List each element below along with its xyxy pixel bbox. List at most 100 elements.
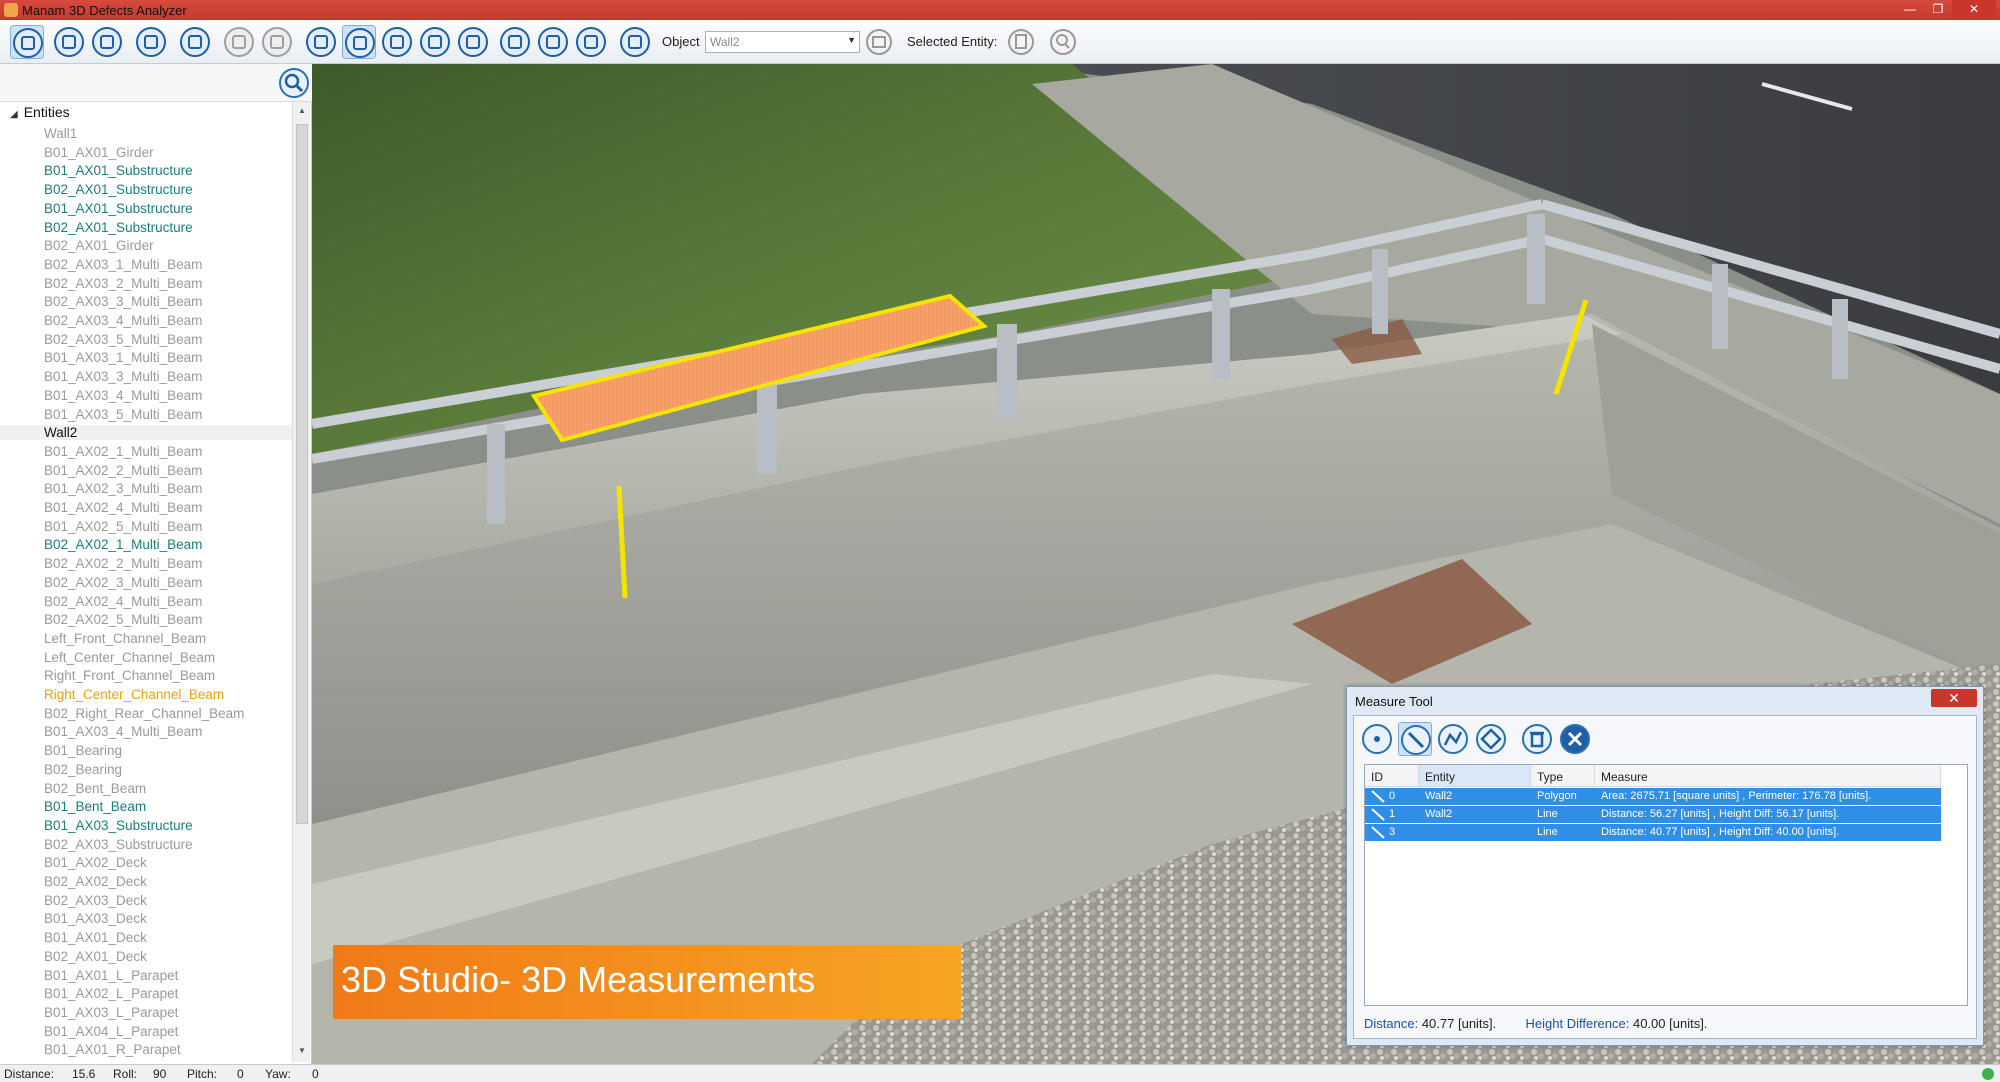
- view-z-button[interactable]: [456, 25, 490, 59]
- tree-item[interactable]: B02_AX03_2_Multi_Beam: [44, 276, 202, 291]
- clear-measures-button[interactable]: [1558, 722, 1592, 756]
- tree-item[interactable]: Right_Front_Channel_Beam: [44, 668, 215, 683]
- measure-line-button[interactable]: [1398, 722, 1432, 756]
- look-button[interactable]: [498, 25, 532, 59]
- select-button[interactable]: [222, 25, 256, 59]
- tree-item[interactable]: B01_Bent_Beam: [44, 799, 146, 814]
- col-header-type[interactable]: Type: [1531, 765, 1595, 787]
- row-measure: Area: 2675.71 [square units] , Perimeter…: [1601, 790, 1872, 802]
- view-x-button[interactable]: [380, 25, 414, 59]
- tree-item[interactable]: B01_AX01_Deck: [44, 930, 147, 945]
- tree-item[interactable]: B01_AX02_Deck: [44, 855, 147, 870]
- tree-item[interactable]: B01_AX02_4_Multi_Beam: [44, 500, 202, 515]
- tree-item[interactable]: B01_AX03_4_Multi_Beam: [44, 388, 202, 403]
- layers-button[interactable]: [178, 25, 212, 59]
- object-action-button[interactable]: [862, 25, 896, 59]
- tree-item[interactable]: B02_AX03_4_Multi_Beam: [44, 313, 202, 328]
- tree-item[interactable]: B02_AX02_4_Multi_Beam: [44, 594, 202, 609]
- tree-item[interactable]: B01_AX03_1_Multi_Beam: [44, 350, 202, 365]
- scroll-thumb[interactable]: [296, 124, 308, 824]
- tree-item[interactable]: B01_AX01_Substructure: [44, 201, 193, 216]
- tree-item[interactable]: B02_AX02_5_Multi_Beam: [44, 612, 202, 627]
- title-bar: Manam 3D Defects Analyzer — ❐ ✕: [0, 0, 2000, 20]
- maximize-button[interactable]: ❐: [1924, 0, 1952, 18]
- tree-scrollbar[interactable]: ▲ ▼: [292, 102, 310, 1062]
- entity-search-button[interactable]: [1046, 25, 1080, 59]
- tree-item[interactable]: B02_AX03_Substructure: [44, 837, 193, 852]
- tree-item[interactable]: B02_AX01_Deck: [44, 949, 147, 964]
- tree-item[interactable]: B02_AX03_Deck: [44, 893, 147, 908]
- tree-item[interactable]: Wall2: [0, 425, 292, 441]
- center-button[interactable]: [536, 25, 570, 59]
- measure-close-button[interactable]: ✕: [1931, 689, 1977, 707]
- tree-item[interactable]: B01_AX02_1_Multi_Beam: [44, 444, 202, 459]
- tree-item[interactable]: B02_AX03_3_Multi_Beam: [44, 294, 202, 309]
- model-button[interactable]: [134, 25, 168, 59]
- tree-item[interactable]: B01_AX03_Deck: [44, 911, 147, 926]
- entity-info-button[interactable]: [1004, 25, 1038, 59]
- settings-button[interactable]: [618, 25, 652, 59]
- tree-item[interactable]: B02_AX02_2_Multi_Beam: [44, 556, 202, 571]
- tree-item[interactable]: B02_AX02_1_Multi_Beam: [44, 537, 202, 552]
- pointer-cancel-icon: [262, 27, 292, 57]
- tree-item[interactable]: B01_AX03_3_Multi_Beam: [44, 369, 202, 384]
- tree-item[interactable]: B01_AX02_3_Multi_Beam: [44, 481, 202, 496]
- open-button[interactable]: [52, 25, 86, 59]
- tree-item[interactable]: Wall1: [44, 126, 77, 141]
- measure-polygon-button[interactable]: [1474, 722, 1508, 756]
- tree-item[interactable]: B01_AX03_L_Parapet: [44, 1005, 178, 1020]
- col-header-entity[interactable]: Entity: [1419, 765, 1531, 787]
- tree-item[interactable]: B01_AX01_Girder: [44, 145, 154, 160]
- tree-item[interactable]: B01_AX03_5_Multi_Beam: [44, 407, 202, 422]
- view-y-button[interactable]: [418, 25, 452, 59]
- tree-item[interactable]: B01_AX01_R_Parapet: [44, 1042, 181, 1057]
- tree-item[interactable]: B02_AX02_Deck: [44, 874, 147, 889]
- tree-item[interactable]: B02_AX01_Substructure: [44, 220, 193, 235]
- tree-item[interactable]: B02_Right_Rear_Channel_Beam: [44, 706, 244, 721]
- tree-item[interactable]: B02_Bearing: [44, 762, 122, 777]
- view-3d-button[interactable]: [342, 25, 376, 59]
- tree-item[interactable]: B02_AX01_Substructure: [44, 182, 193, 197]
- measure-polyline-button[interactable]: [1436, 722, 1470, 756]
- delete-measure-button[interactable]: [1520, 722, 1554, 756]
- tree-item[interactable]: B01_AX01_L_Parapet: [44, 968, 178, 983]
- tree-root-label: Entities: [23, 104, 70, 120]
- collapse-triangle-icon[interactable]: ◢: [10, 109, 18, 120]
- col-header-measure[interactable]: Measure: [1595, 765, 1941, 787]
- scroll-up-icon[interactable]: ▲: [298, 106, 306, 115]
- tree-item[interactable]: B01_AX02_5_Multi_Beam: [44, 519, 202, 534]
- status-height-value: 40.00 [units].: [1632, 1016, 1708, 1031]
- deselect-button[interactable]: [260, 25, 294, 59]
- object-select[interactable]: Wall2 ▼: [705, 31, 860, 53]
- entities-panel-button[interactable]: [10, 25, 44, 59]
- measure-point-button[interactable]: [1360, 722, 1394, 756]
- tree-root-entities[interactable]: ◢ Entities: [10, 104, 70, 120]
- measure-row[interactable]: 0 Wall2 Polygon Area: 2675.71 [square units…: [1365, 788, 1941, 805]
- tree-item[interactable]: B01_AX03_Substructure: [44, 818, 193, 833]
- search-button[interactable]: [278, 67, 310, 99]
- tree-item[interactable]: B02_AX01_Girder: [44, 238, 154, 253]
- tree-item[interactable]: B02_Bent_Beam: [44, 781, 146, 796]
- tree-item[interactable]: B01_AX03_4_Multi_Beam: [44, 724, 202, 739]
- tree-item[interactable]: Left_Front_Channel_Beam: [44, 631, 206, 646]
- tree-item[interactable]: B02_AX03_1_Multi_Beam: [44, 257, 202, 272]
- tree-item[interactable]: B01_Bearing: [44, 743, 122, 758]
- col-header-id[interactable]: ID: [1365, 765, 1419, 787]
- measure-row[interactable]: 1 Wall2 Line Distance: 56.27 [units] , Heig…: [1365, 806, 1941, 823]
- tree-item[interactable]: B02_AX02_3_Multi_Beam: [44, 575, 202, 590]
- pan-button[interactable]: [304, 25, 338, 59]
- minimize-button[interactable]: —: [1896, 0, 1924, 18]
- tree-item[interactable]: B01_AX02_2_Multi_Beam: [44, 463, 202, 478]
- tree-item[interactable]: B01_AX01_Substructure: [44, 163, 193, 178]
- tree-item[interactable]: Left_Center_Channel_Beam: [44, 650, 215, 665]
- tree-item[interactable]: B01_AX04_L_Parapet: [44, 1024, 178, 1039]
- polygon-icon: [1476, 724, 1506, 754]
- scroll-down-icon[interactable]: ▼: [298, 1046, 306, 1055]
- tree-item[interactable]: B02_AX03_5_Multi_Beam: [44, 332, 202, 347]
- close-window-button[interactable]: ✕: [1952, 0, 1996, 18]
- fit-button[interactable]: [574, 25, 608, 59]
- tree-item[interactable]: B01_AX02_L_Parapet: [44, 986, 178, 1001]
- tree-item[interactable]: Right_Center_Channel_Beam: [44, 687, 224, 702]
- measure-row[interactable]: 3 Line Distance: 40.77 [units] , Height Di…: [1365, 824, 1941, 841]
- save-button[interactable]: [90, 25, 124, 59]
